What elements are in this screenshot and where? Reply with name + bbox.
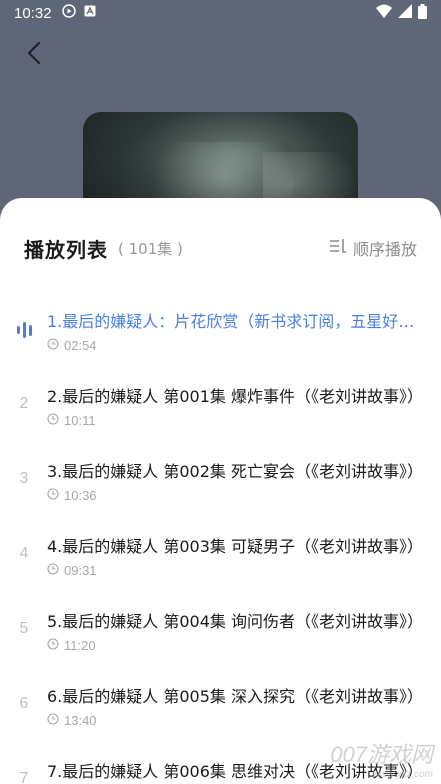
playlist-sheet: 播放列表 ( 101集 ) 顺序播放 1.最后的嫌疑人：片花欣赏（新书求订阅，五…: [0, 198, 441, 784]
list-item[interactable]: 3 3.最后的嫌疑人 第002集 死亡宴会（《老刘讲故事》） 10:36: [0, 446, 441, 521]
episode-index: 2: [19, 395, 29, 412]
list-item[interactable]: 5 5.最后的嫌疑人 第004集 询问伤者（《老刘讲故事》） 11:20: [0, 596, 441, 671]
clock-icon: [47, 638, 59, 653]
back-button[interactable]: [20, 40, 48, 70]
episode-title: 3.最后的嫌疑人 第002集 死亡宴会（《老刘讲故事》）: [47, 462, 423, 481]
episode-duration: 13:40: [47, 713, 97, 728]
list-item[interactable]: 6 6.最后的嫌疑人 第005集 深入探究（《老刘讲故事》） 13:40: [0, 671, 441, 746]
episode-duration: 11:20: [47, 638, 96, 653]
status-bar: 10:32: [0, 0, 441, 26]
sequential-order-icon: [329, 238, 347, 258]
episode-index: 6: [19, 695, 29, 712]
clock-icon: [47, 413, 59, 428]
clock-icon: [47, 338, 59, 353]
episode-duration: 10:11: [47, 413, 96, 428]
playlist-header: 播放列表 ( 101集 ) 顺序播放: [24, 234, 417, 262]
episode-index: 3: [19, 470, 29, 487]
episode-title: 1.最后的嫌疑人：片花欣赏（新书求订阅，五星好评）: [47, 312, 425, 331]
episode-title: 6.最后的嫌疑人 第005集 深入探究（《老刘讲故事》）: [47, 687, 423, 706]
play-circle-icon: [61, 4, 76, 22]
episode-list: 1.最后的嫌疑人：片花欣赏（新书求订阅，五星好评） 02:54 2 2.最后的嫌…: [0, 296, 441, 784]
episode-duration: 02:54: [47, 338, 97, 353]
playlist-title: 播放列表: [24, 237, 108, 262]
episode-title: 5.最后的嫌疑人 第004集 询问伤者（《老刘讲故事》）: [47, 612, 423, 631]
chevron-left-icon: [27, 41, 41, 69]
now-playing-icon: [14, 320, 34, 340]
list-item[interactable]: 2 2.最后的嫌疑人 第001集 爆炸事件（《老刘讲故事》） 10:11: [0, 371, 441, 446]
play-order-toggle[interactable]: 顺序播放: [329, 236, 417, 260]
wifi-icon: [376, 4, 392, 22]
play-order-label: 顺序播放: [352, 240, 417, 259]
episode-title: 4.最后的嫌疑人 第003集 可疑男子（《老刘讲故事》）: [47, 537, 423, 556]
episode-duration: 09:31: [47, 563, 97, 578]
list-item[interactable]: 4 4.最后的嫌疑人 第003集 可疑男子（《老刘讲故事》） 09:31: [0, 521, 441, 596]
clock-icon: [47, 563, 59, 578]
app-notification-icon: [84, 5, 96, 21]
signal-icon: [398, 4, 412, 22]
playlist-count: ( 101集 ): [118, 239, 183, 258]
watermark-logo: 007游戏网 www.yxz.com: [330, 742, 433, 780]
episode-index: 5: [19, 620, 29, 637]
episode-duration: 10:36: [47, 488, 97, 503]
episode-index: 4: [19, 545, 29, 562]
episode-title: 2.最后的嫌疑人 第001集 爆炸事件（《老刘讲故事》）: [47, 387, 423, 406]
status-time: 10:32: [14, 4, 52, 22]
clock-icon: [47, 713, 59, 728]
battery-icon: [418, 3, 427, 23]
episode-index: 7: [19, 770, 29, 784]
list-item[interactable]: 1.最后的嫌疑人：片花欣赏（新书求订阅，五星好评） 02:54: [0, 296, 441, 371]
clock-icon: [47, 488, 59, 503]
